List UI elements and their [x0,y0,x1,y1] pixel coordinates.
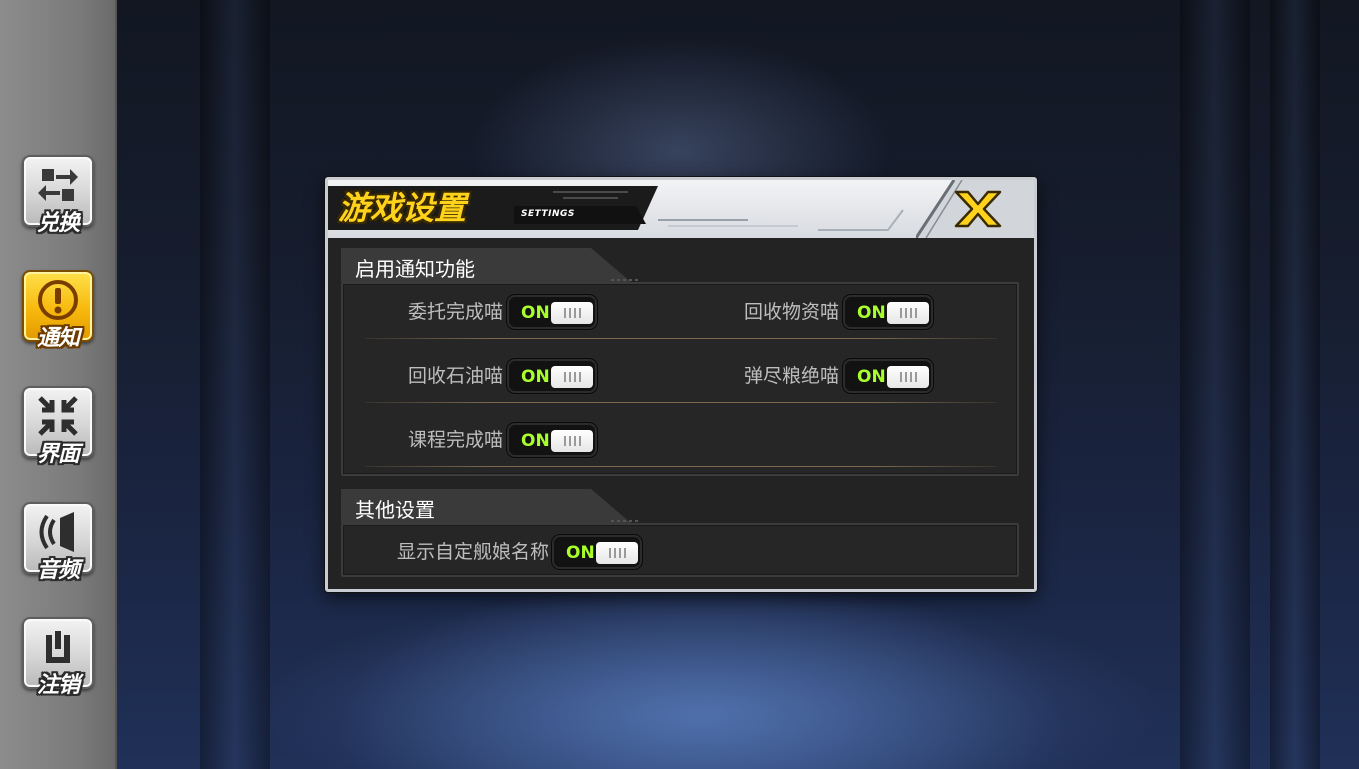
close-button[interactable] [916,180,1034,238]
toggle-collect-oil[interactable]: ON [507,359,597,393]
sidebar-item-label: 界面 [36,442,80,467]
background-floor-light [117,579,1359,769]
alert-icon [24,278,92,322]
sidebar-item-label: 注销 [36,673,80,698]
toggle-knob [596,542,638,564]
power-icon [24,625,92,669]
option-label: 课程完成喵 [407,429,503,451]
section-box-other: 显示自定舰娘名称 ON [341,523,1019,577]
option-label: 弹尽粮绝喵 [743,365,839,387]
toggle-state: ON [857,303,886,323]
option-label: 委托完成喵 [407,301,503,323]
row-divider [365,402,997,403]
toggle-knob [551,302,593,324]
sidebar: 兑换 通知 界面 音频 注销 [0,0,117,769]
toggle-course-complete[interactable]: ON [507,423,597,457]
sidebar-item-logout[interactable]: 注销 [22,617,94,698]
sidebar-item-interface[interactable]: 界面 [22,386,94,467]
row-divider [365,338,997,339]
sidebar-item-notifications[interactable]: 通知 [22,270,94,351]
settings-dialog: 游戏设置 SETTINGS 启用通知功能 委托完成喵 ON 回收物资喵 ON 回… [325,177,1037,592]
toggle-commission-complete[interactable]: ON [507,295,597,329]
toggle-state: ON [521,303,550,323]
toggle-state: ON [521,431,550,451]
dialog-header: 游戏设置 SETTINGS [328,180,1034,238]
toggle-collect-supplies[interactable]: ON [843,295,933,329]
toggle-knob [551,366,593,388]
sidebar-item-label: 通知 [36,326,80,351]
sidebar-item-audio[interactable]: 音频 [22,502,94,583]
toggle-knob [887,366,929,388]
section-box-notifications: 委托完成喵 ON 回收物资喵 ON 回收石油喵 ON 弹尽粮绝喵 ON 课程完成… [341,282,1019,476]
toggle-state: ON [857,367,886,387]
section-title: 其他设置 [355,498,435,522]
sidebar-item-exchange[interactable]: 兑换 [22,155,94,236]
exchange-icon [24,163,92,207]
sidebar-item-label: 音频 [36,558,80,583]
option-label: 显示自定舰娘名称 [396,541,549,563]
speaker-icon [24,510,92,554]
shrink-arrows-icon [24,394,92,438]
close-x-icon [916,180,1034,238]
toggle-show-custom-ship-names[interactable]: ON [552,535,642,569]
row-divider [365,466,997,467]
option-label: 回收石油喵 [407,365,503,387]
dialog-title: 游戏设置 [338,189,467,227]
toggle-state: ON [566,543,595,563]
section-title: 启用通知功能 [355,257,475,281]
toggle-state: ON [521,367,550,387]
sidebar-item-label: 兑换 [36,211,80,236]
option-label: 回收物资喵 [743,301,839,323]
section-header-notifications: 启用通知功能 [341,248,641,284]
toggle-knob [551,430,593,452]
dialog-subtitle: SETTINGS [521,209,575,219]
toggle-knob [887,302,929,324]
toggle-out-of-supplies[interactable]: ON [843,359,933,393]
section-header-other: 其他设置 [341,489,641,525]
